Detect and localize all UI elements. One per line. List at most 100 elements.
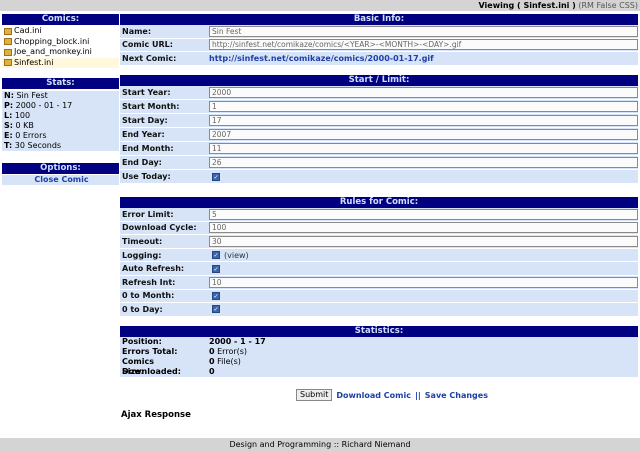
form-row: Start Year: 2000 — [120, 86, 638, 100]
comic-file-name: Cad.ini — [14, 26, 42, 35]
field-value: 100 — [207, 222, 638, 234]
end-month-input[interactable]: 11 — [209, 143, 638, 154]
rules-section: Rules for Comic: Error Limit: 5 Download Cy… — [120, 197, 638, 317]
comics-panel: Comics: Cad.ini Chopping_block.ini Joe_and… — [2, 14, 119, 68]
rules-header: Rules for Comic: — [120, 197, 638, 208]
start-limit-header: Start / Limit: — [120, 75, 638, 86]
refresh-int-input[interactable]: 10 — [209, 276, 638, 288]
close-comic-link[interactable]: Close Comic — [2, 175, 119, 185]
start-year-input[interactable]: 2000 — [209, 87, 638, 98]
statistics-label: Position: — [122, 337, 162, 346]
field-label: Use Today: — [122, 172, 171, 181]
start-month-input[interactable]: 1 — [209, 101, 638, 112]
stat-value: 0 Errors — [15, 131, 47, 141]
form-row: Next Comic: http://sinfest.net/comikaze/c… — [120, 52, 638, 66]
timeout-input[interactable]: 30 — [209, 235, 638, 247]
stat-key: S: — [4, 121, 13, 131]
file-icon — [4, 59, 12, 67]
mode-label: (RM False CSS) — [578, 1, 638, 10]
submit-button[interactable]: Submit — [296, 389, 333, 401]
field-label: Error Limit: — [122, 209, 174, 219]
logging-view-link[interactable]: (view) — [224, 251, 249, 260]
form-row: Name: Sin Fest — [120, 25, 638, 39]
stat-row: P: 2000 - 01 - 17 — [2, 101, 119, 111]
stat-value: 2000 - 01 - 17 — [15, 101, 73, 111]
error-limit-input[interactable]: 5 — [209, 208, 638, 220]
file-icon — [4, 48, 12, 56]
stat-row: E: 0 Errors — [2, 131, 119, 142]
comic-file-item[interactable]: Joe_and_monkey.ini — [2, 47, 119, 58]
comic-file-item[interactable]: Chopping_block.ini — [2, 37, 119, 48]
field-value: ✓ — [207, 264, 638, 273]
field-label: Start Day: — [122, 116, 168, 125]
statistics-row: Size: 0 — [120, 367, 638, 378]
comics-header: Comics: — [2, 14, 119, 25]
comic-url-input[interactable]: http://sinfest.net/comikaze/comics/<YEAR… — [209, 39, 638, 51]
save-changes-link[interactable]: Save Changes — [425, 391, 488, 400]
field-label: 0 to Day: — [122, 304, 163, 314]
statistics-value: 0 Error(s) — [209, 347, 247, 357]
field-value: 30 — [207, 235, 638, 247]
end-day-input[interactable]: 26 — [209, 157, 638, 168]
field-value: http://sinfest.net/comikaze/comics/2000-… — [207, 54, 638, 63]
0-to-day-checkbox[interactable]: ✓ — [212, 305, 220, 314]
field-label: Timeout: — [122, 236, 163, 246]
statistics-header: Statistics: — [120, 326, 638, 337]
download-cycle-input[interactable]: 100 — [209, 222, 638, 234]
stat-row: N: Sin Fest — [2, 91, 119, 101]
field-label: Comic URL: — [122, 40, 173, 50]
field-value: 5 — [207, 208, 638, 220]
options-panel: Options: Close Comic — [2, 163, 119, 185]
form-row: Use Today: ✓ — [120, 170, 638, 184]
field-value: 2000 — [207, 87, 638, 98]
next-comic-link[interactable]: http://sinfest.net/comikaze/comics/2000-… — [209, 54, 434, 63]
comic-file-name: Joe_and_monkey.ini — [14, 47, 92, 56]
form-row: Timeout: 30 — [120, 235, 638, 249]
stat-key: P: — [4, 101, 14, 111]
form-row: Error Limit: 5 — [120, 208, 638, 222]
statistics-value: 0 — [209, 367, 215, 377]
use-today-checkbox[interactable]: ✓ — [212, 172, 220, 181]
comic-file-name: Chopping_block.ini — [14, 36, 90, 46]
stat-row: T: 30 Seconds — [2, 141, 119, 152]
field-label: Auto Refresh: — [122, 264, 185, 274]
0-to-month-checkbox[interactable]: ✓ — [212, 291, 220, 300]
options-header: Options: — [2, 163, 119, 174]
viewing-label: Viewing ( Sinfest.ini ) — [478, 1, 576, 10]
start-day-input[interactable]: 17 — [209, 115, 638, 126]
field-value: ✓ — [207, 172, 638, 181]
stat-value: 0 KB — [15, 121, 34, 131]
auto-refresh-checkbox[interactable]: ✓ — [212, 264, 220, 273]
actions-bar: Submit Download Comic || Save Changes — [296, 389, 488, 401]
field-label: Start Month: — [122, 102, 180, 111]
field-value: ✓ — [207, 291, 638, 300]
download-comic-link[interactable]: Download Comic — [336, 391, 411, 400]
field-value: 11 — [207, 143, 638, 154]
stat-key: E: — [4, 131, 13, 141]
form-row: End Day: 26 — [120, 156, 638, 170]
basic-info-header: Basic Info: — [120, 14, 638, 25]
separator: || — [414, 390, 421, 400]
comic-file-item[interactable]: Cad.ini — [2, 26, 119, 37]
basic-info-section: Basic Info: Name: Sin Fest Comic URL: http:/… — [120, 14, 638, 66]
footer: Design and Programming :: Richard Nieman… — [0, 438, 640, 451]
end-year-input[interactable]: 2007 — [209, 129, 638, 140]
statistics-section: Statistics: Position: 2000 - 1 - 17 Errors … — [120, 326, 638, 378]
form-row: Refresh Int: 10 — [120, 275, 638, 290]
comic-file-item[interactable]: Sinfest.ini — [2, 57, 119, 68]
statistics-label: Comics Downloaded: — [122, 357, 181, 376]
statistics-row: Errors Total: 0 Error(s) — [120, 347, 638, 357]
field-value: 17 — [207, 115, 638, 126]
statistics-row: Position: 2000 - 1 - 17 — [120, 337, 638, 347]
logging-checkbox[interactable]: ✓ — [212, 251, 220, 260]
name-input[interactable]: Sin Fest — [209, 25, 638, 37]
stat-key: T: — [4, 141, 13, 151]
field-label: Next Comic: — [122, 53, 177, 63]
field-value: 1 — [207, 101, 638, 112]
field-value: 2007 — [207, 129, 638, 140]
statistics-value-unit: Error(s) — [214, 347, 248, 357]
ajax-response: Ajax Response — [121, 410, 191, 420]
field-label: End Day: — [122, 158, 162, 167]
form-row: Start Month: 1 — [120, 100, 638, 114]
statistics-value: 2000 - 1 - 17 — [209, 337, 266, 347]
